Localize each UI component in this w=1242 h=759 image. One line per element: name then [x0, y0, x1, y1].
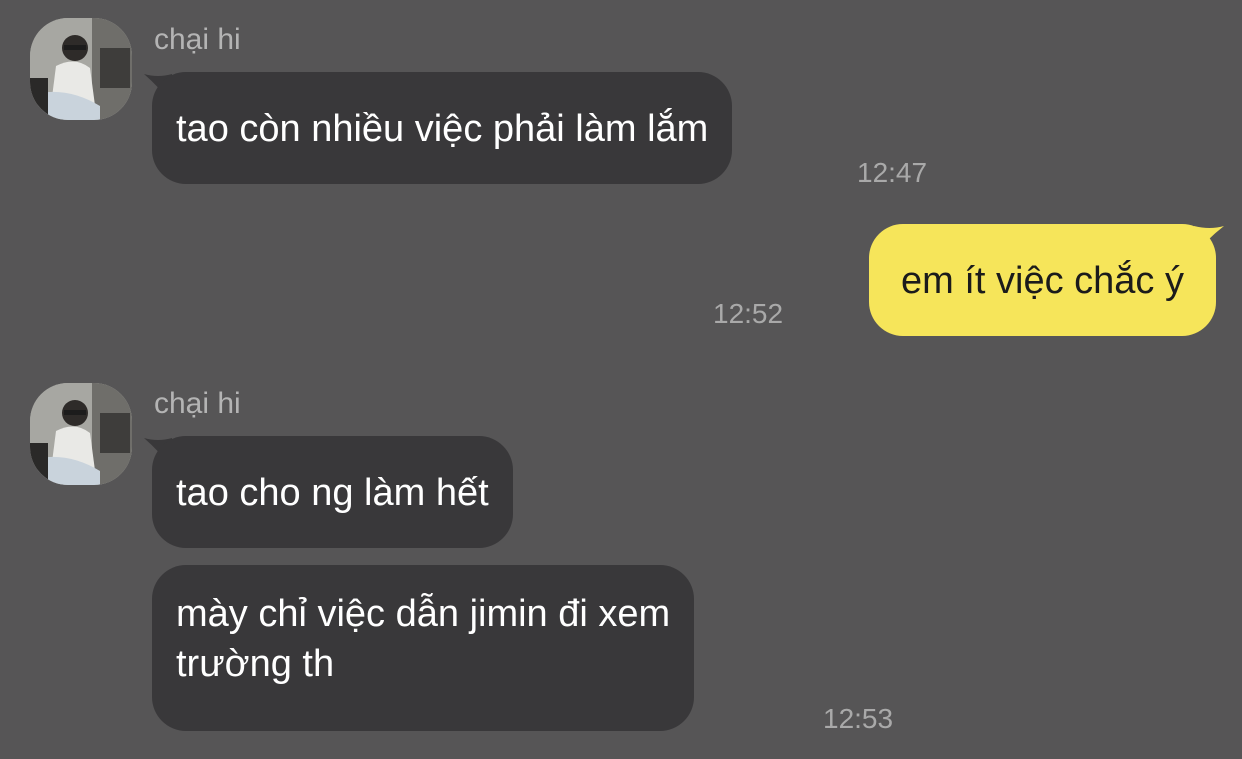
- message-timestamp: 12:52: [713, 298, 784, 329]
- profile-photo-icon: [30, 18, 132, 120]
- sender-avatar[interactable]: [30, 18, 132, 120]
- sender-name: chại hi: [154, 23, 241, 56]
- sender-name: chại hi: [154, 387, 241, 420]
- profile-photo-icon: [30, 383, 132, 485]
- message-bubble-outgoing[interactable]: em ít việc chắc ý: [869, 224, 1216, 336]
- message-timestamp: 12:53: [823, 703, 894, 734]
- message-timestamp: 12:47: [857, 157, 928, 188]
- message-bubble[interactable]: tao cho ng làm hết: [152, 436, 513, 548]
- message-bubble[interactable]: mày chỉ việc dẫn jimin đi xem trường th: [152, 565, 695, 731]
- message-bubble[interactable]: tao còn nhiều việc phải làm lắm: [152, 72, 733, 184]
- message-line: trường th: [176, 643, 335, 685]
- bubble-tail-outgoing: [1194, 226, 1224, 256]
- sender-avatar[interactable]: [30, 383, 132, 485]
- message-line: mày chỉ việc dẫn jimin đi xem: [176, 593, 671, 635]
